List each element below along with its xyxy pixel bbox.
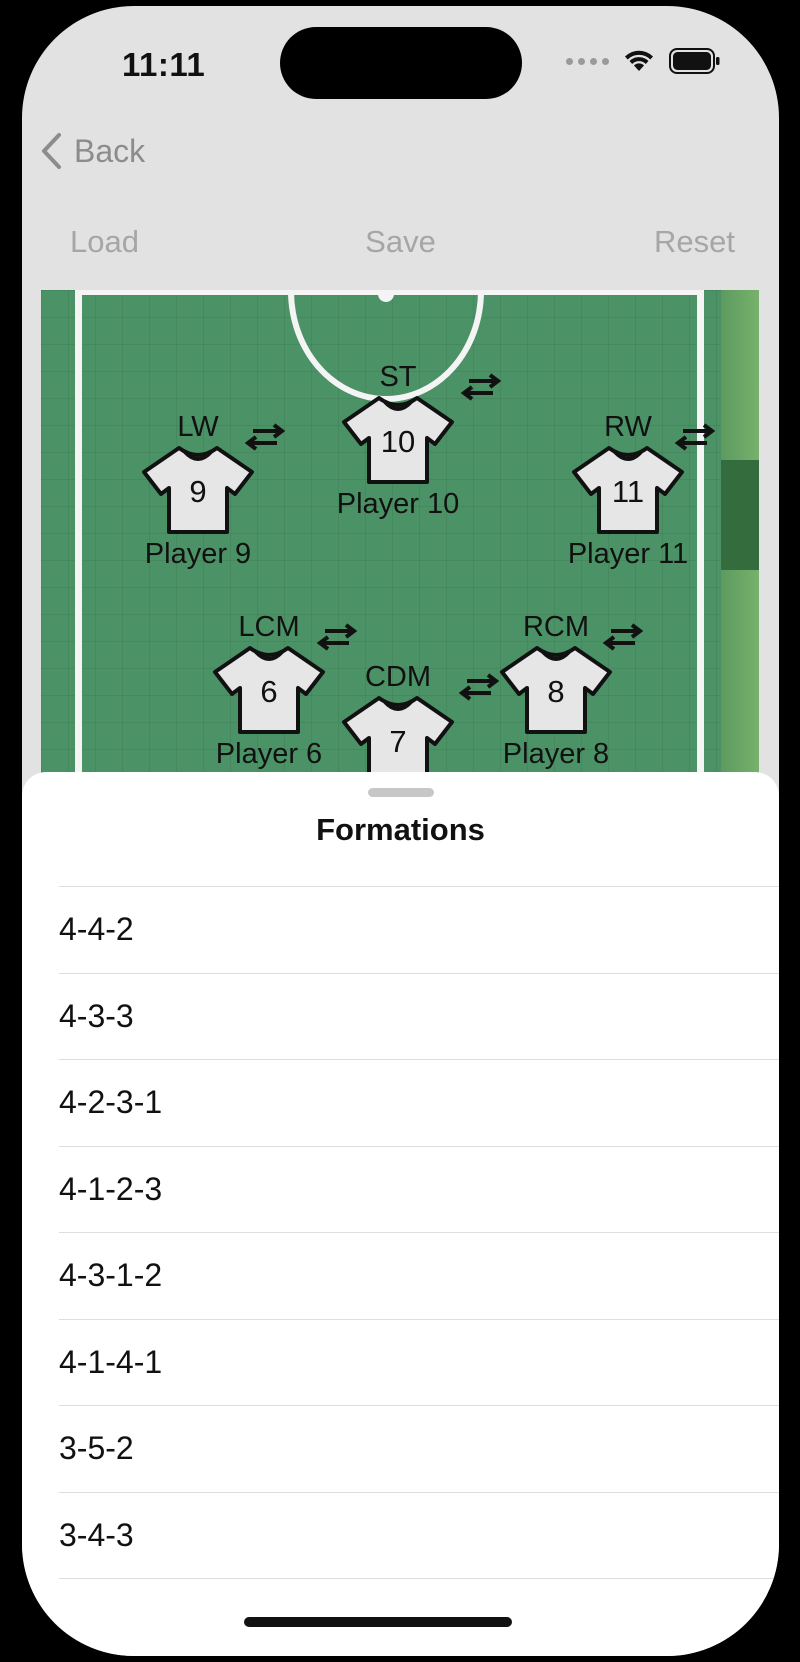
battery-icon [669,48,720,74]
player-number: 7 [389,724,407,759]
player-name: Player 10 [336,488,460,520]
shirt-icon: 6 [212,644,326,736]
formation-item[interactable]: 4-3-3 [59,974,779,1060]
shirt-icon: 11 [571,444,685,536]
formation-item[interactable]: 4-2-3-1 [59,1060,779,1147]
formation-item[interactable]: 4-1-2-3 [59,1147,779,1233]
pitch-edge [721,290,759,790]
shirt-icon: 8 [499,644,613,736]
player-number: 11 [611,474,645,509]
screen: 11:11 Back Load Save Reset ST 10 Player … [22,6,779,1656]
swap-icon[interactable] [675,422,715,452]
status-time: 11:11 [122,46,206,83]
sheet-grabber[interactable] [368,788,434,797]
swap-icon[interactable] [317,622,357,652]
player-number: 6 [260,674,278,709]
formation-item[interactable]: 4-1-4-1 [59,1320,779,1406]
player-cdm[interactable]: CDM 7 [313,660,483,788]
cellular-signal-icon [566,57,609,65]
shirt-icon: 9 [141,444,255,536]
player-number: 9 [189,474,207,509]
player-name: Player 9 [144,538,252,570]
status-icons [566,48,721,74]
back-label: Back [74,132,146,169]
chevron-left-icon [42,133,61,169]
player-number: 10 [380,424,416,459]
swap-icon[interactable] [459,672,499,702]
dynamic-island [280,27,522,99]
player-name: Player 11 [567,538,689,570]
formations-list: 4-4-2 4-3-3 4-2-3-1 4-1-2-3 4-3-1-2 4-1-… [59,886,779,1579]
pitch: ST 10 Player 10 LW 9 Player 9 RW 11 Play… [41,290,759,790]
player-position: ST [379,361,417,393]
swap-icon[interactable] [461,372,501,402]
formation-item[interactable]: 4-4-2 [59,887,779,974]
player-name: Player 8 [502,738,610,770]
toolbar: Load Save Reset [22,224,779,274]
back-button[interactable]: Back [40,132,145,170]
reset-button[interactable]: Reset [654,224,735,260]
formation-item[interactable]: 3-4-3 [59,1493,779,1579]
swap-icon[interactable] [603,622,643,652]
sheet-title: Formations [316,812,485,847]
shirt-icon: 10 [341,394,455,486]
player-number: 8 [547,674,565,709]
home-indicator[interactable] [244,1617,512,1627]
touchline-left [75,290,82,790]
device-frame: 11:11 Back Load Save Reset ST 10 Player … [0,0,800,1662]
formation-item[interactable]: 3-5-2 [59,1406,779,1493]
player-st[interactable]: ST 10 Player 10 [313,360,483,521]
wifi-icon [625,50,653,71]
player-position: CDM [364,661,432,693]
formations-sheet: Formations 4-4-2 4-3-3 4-2-3-1 4-1-2-3 4… [22,772,779,1656]
formation-item[interactable]: 4-3-1-2 [59,1233,779,1320]
swap-icon[interactable] [245,422,285,452]
